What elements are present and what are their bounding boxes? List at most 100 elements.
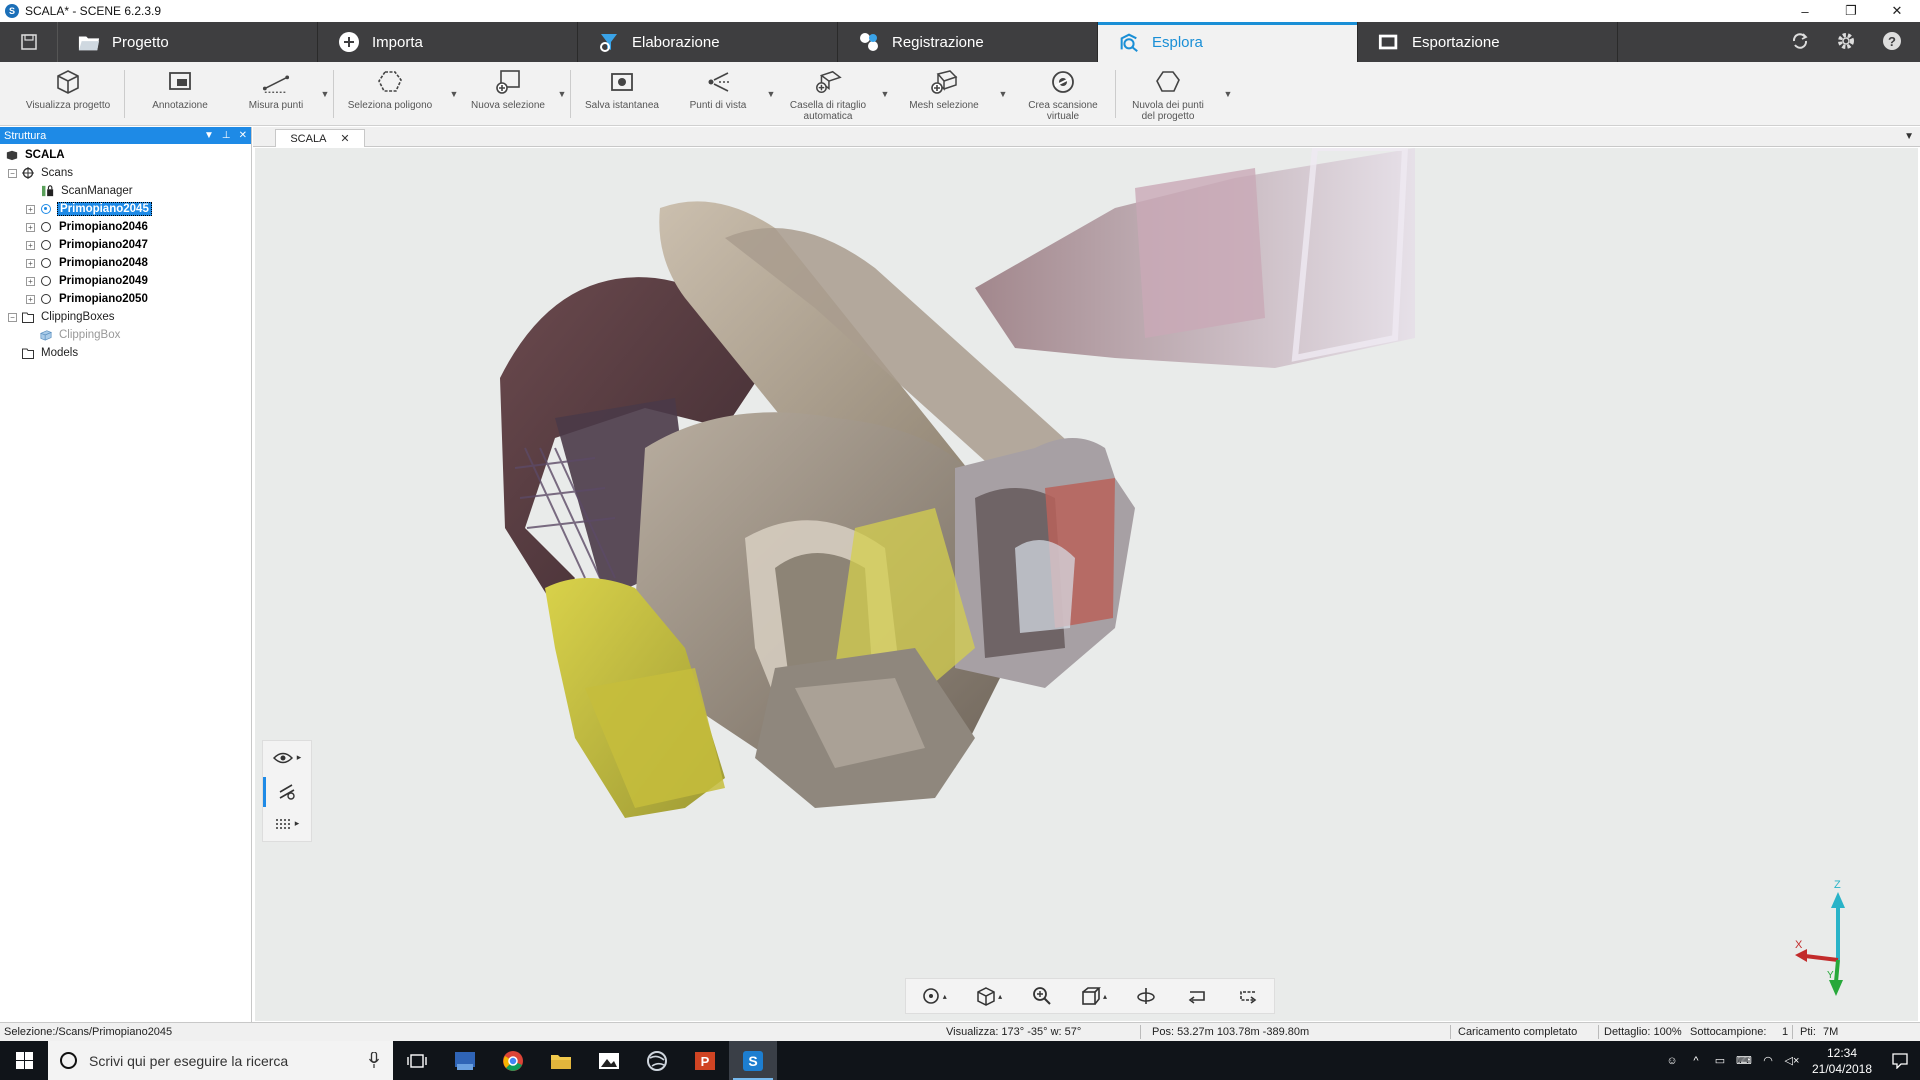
pin-icon[interactable]: ⊥ <box>222 130 231 141</box>
walk-mode-button[interactable] <box>263 774 311 807</box>
structure-panel: Struttura ▼ ⊥ ✕ SCALA − Scans ScanManage… <box>0 127 252 1022</box>
tree-node-scan[interactable]: + Primopiano2050 <box>0 290 251 308</box>
select-polygon-button[interactable]: Seleziona poligono <box>334 62 446 126</box>
collapse-toggle[interactable]: − <box>8 168 17 178</box>
title-bar: S SCALA* - SCENE 6.2.3.9 – ❐ ✕ <box>0 0 1920 22</box>
start-button[interactable] <box>0 1041 48 1080</box>
taskbar-app-powerpoint[interactable]: P <box>681 1041 729 1080</box>
rotate-button[interactable] <box>1136 986 1156 1006</box>
taskbar-app-explorer[interactable] <box>537 1041 585 1080</box>
auto-clipbox-dropdown[interactable]: ▼ <box>877 62 893 126</box>
tab-esportazione[interactable]: Esportazione <box>1358 22 1618 62</box>
tree-node-clippingboxes[interactable]: − ClippingBoxes <box>0 308 251 326</box>
save-button[interactable] <box>0 22 58 62</box>
tree-node-scan[interactable]: + Primopiano2047 <box>0 236 251 254</box>
close-button[interactable]: ✕ <box>1874 0 1920 22</box>
mesh-selection-dropdown[interactable]: ▼ <box>995 62 1011 126</box>
tree-node-scan[interactable]: + Primopiano2046 <box>0 218 251 236</box>
keyboard-icon[interactable]: ⌨ <box>1732 1054 1756 1067</box>
tree-node-root[interactable]: SCALA <box>0 146 251 164</box>
taskbar-app-browser[interactable] <box>633 1041 681 1080</box>
tab-list-dropdown[interactable]: ▼ <box>1904 131 1914 142</box>
help-icon[interactable]: ? <box>1882 31 1902 54</box>
3d-viewport[interactable]: ▸ ▸ ▴ ▴ ▴ Z X Y <box>255 148 1918 1021</box>
target-icon <box>922 988 939 1004</box>
tab-registrazione[interactable]: Registrazione <box>838 22 1098 62</box>
auto-clipbox-button[interactable]: Casella di ritaglio automatica <box>779 62 877 126</box>
restore-button[interactable]: ❐ <box>1828 0 1874 22</box>
viewpoints-dropdown[interactable]: ▼ <box>763 62 779 126</box>
virtual-scan-button[interactable]: Crea scansione virtuale <box>1011 62 1115 126</box>
expand-toggle[interactable]: + <box>26 240 35 250</box>
mesh-selection-button[interactable]: Mesh selezione <box>893 62 995 126</box>
expand-toggle[interactable]: + <box>26 294 35 304</box>
taskbar-search[interactable]: Scrivi qui per eseguire la ricerca <box>48 1041 393 1080</box>
panel-menu-icon[interactable]: ▼ <box>204 130 214 141</box>
new-selection-button[interactable]: Nuova selezione <box>462 62 554 126</box>
tree-node-scanmanager[interactable]: ScanManager <box>0 182 251 200</box>
microphone-icon[interactable] <box>368 1051 380 1071</box>
visibility-tool-button[interactable]: ▸ <box>263 741 311 774</box>
ribbon-label: Salva istantanea <box>585 100 659 111</box>
tree-node-clippingbox[interactable]: ClippingBox <box>0 326 251 344</box>
battery-icon[interactable]: ▭ <box>1708 1054 1732 1067</box>
tree-node-scan[interactable]: + Primopiano2045 <box>0 200 251 218</box>
wifi-icon[interactable]: ◠ <box>1756 1054 1780 1067</box>
point-display-button[interactable]: ▸ <box>263 807 311 840</box>
tree-node-scans[interactable]: − Scans <box>0 164 251 182</box>
action-center-button[interactable] <box>1880 1052 1920 1069</box>
expand-toggle[interactable]: + <box>26 276 35 286</box>
annotation-button[interactable]: Annotazione <box>125 62 235 126</box>
tab-elaborazione[interactable]: Elaborazione <box>578 22 838 62</box>
orbit-center-button[interactable]: ▴ <box>921 986 947 1006</box>
sync-icon[interactable] <box>1790 31 1810 54</box>
select-polygon-dropdown[interactable]: ▼ <box>446 62 462 126</box>
panel-close-icon[interactable]: ✕ <box>239 130 247 141</box>
tree-node-models[interactable]: Models <box>0 344 251 362</box>
settings-icon[interactable] <box>1836 31 1856 54</box>
zoom-fit-button[interactable] <box>1032 986 1052 1006</box>
close-tab-icon[interactable]: ✕ <box>340 132 349 145</box>
taskbar-app-chrome[interactable] <box>489 1041 537 1080</box>
projection-button[interactable]: ▴ <box>1081 986 1107 1006</box>
tree-node-scan[interactable]: + Primopiano2049 <box>0 272 251 290</box>
tab-progetto[interactable]: Progetto <box>58 22 318 62</box>
collapse-toggle[interactable]: − <box>8 312 17 322</box>
status-view: Visualizza: 173° -35° w: 57° <box>946 1026 1082 1038</box>
folder-icon <box>78 31 100 53</box>
measure-points-dropdown[interactable]: ▼ <box>317 62 333 126</box>
project-point-cloud-button[interactable]: Nuvola dei punti del progetto <box>1116 62 1220 126</box>
viewpoint-icon <box>704 68 732 96</box>
expand-toggle[interactable]: + <box>26 258 35 268</box>
view-project-button[interactable]: Visualizza progetto <box>12 62 124 126</box>
project-point-cloud-dropdown[interactable]: ▼ <box>1220 62 1236 126</box>
tab-importa[interactable]: Importa <box>318 22 578 62</box>
measure-points-button[interactable]: Misura punti <box>235 62 317 126</box>
taskbar-app-scene[interactable]: S <box>729 1041 777 1080</box>
clock[interactable]: 12:34 21/04/2018 <box>1804 1045 1880 1077</box>
minimize-button[interactable]: – <box>1782 0 1828 22</box>
taskbar-app-photos[interactable] <box>585 1041 633 1080</box>
virtual-scan-icon <box>1049 68 1077 96</box>
previous-view-button[interactable] <box>1186 986 1208 1006</box>
tree-node-scan[interactable]: + Primopiano2048 <box>0 254 251 272</box>
doc-tab-scala[interactable]: SCALA ✕ <box>275 129 365 147</box>
taskbar-app-scanner[interactable] <box>441 1041 489 1080</box>
task-view-button[interactable] <box>393 1041 441 1080</box>
ribbon-label: automatica <box>803 111 853 122</box>
view-cube-button[interactable]: ▴ <box>976 986 1002 1006</box>
expand-toggle[interactable]: + <box>26 204 35 214</box>
new-selection-dropdown[interactable]: ▼ <box>554 62 570 126</box>
next-view-button[interactable] <box>1237 986 1259 1006</box>
show-hidden-icons[interactable]: ^ <box>1684 1055 1708 1067</box>
tab-esplora[interactable]: Esplora <box>1098 22 1358 62</box>
viewpoints-button[interactable]: Punti di vista <box>673 62 763 126</box>
viewer-tab-strip: SCALA ✕ ▼ <box>253 127 1920 147</box>
expand-toggle[interactable]: + <box>26 222 35 232</box>
save-snapshot-button[interactable]: Salva istantanea <box>571 62 673 126</box>
people-icon[interactable]: ☺ <box>1660 1055 1684 1067</box>
powerpoint-icon: P <box>695 1051 715 1070</box>
scan-icon <box>40 293 52 305</box>
volume-muted-icon[interactable]: ◁× <box>1780 1054 1804 1067</box>
scan-icon <box>40 257 52 269</box>
